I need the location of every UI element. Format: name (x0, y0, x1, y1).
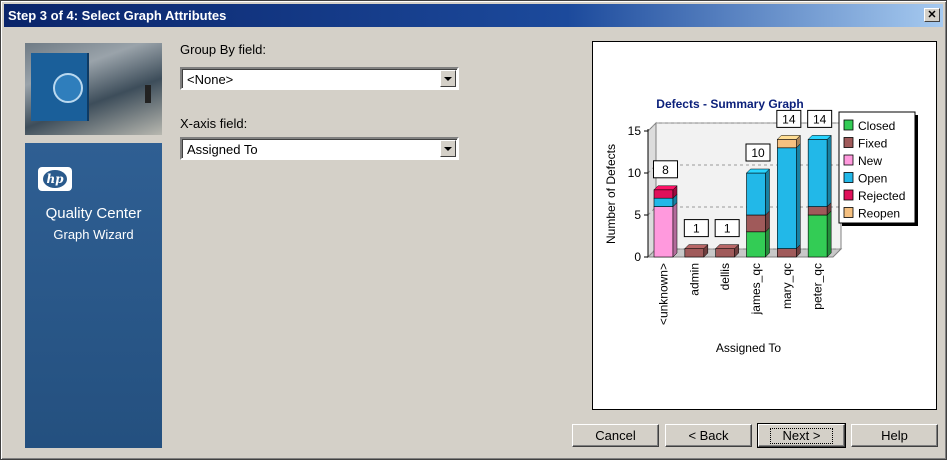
bar-segment (746, 214, 766, 233)
bar-segment (807, 206, 828, 216)
group-by-select[interactable]: <None> (180, 67, 459, 90)
group-by-value: <None> (187, 72, 234, 87)
bar-segment (653, 206, 674, 258)
legend-label: New (858, 154, 882, 168)
photo-panel (31, 53, 89, 121)
head-icon (53, 73, 83, 103)
graph-preview: Defects - Summary Graph 0 5 10 15 Number of D… (592, 41, 937, 410)
bar-segment-side (826, 134, 832, 208)
bar-segment (715, 248, 735, 258)
help-button-label: Help (881, 427, 908, 443)
y-axis-label: Number of Defects (604, 144, 618, 244)
bar-segment (777, 248, 797, 258)
x-tick-label: dellis (718, 263, 732, 290)
bar-top (745, 168, 771, 174)
wizard-photo (25, 43, 162, 135)
data-label: 10 (751, 146, 765, 160)
cancel-button-label: Cancel (595, 427, 636, 443)
data-label: 14 (782, 112, 796, 126)
legend-swatch (843, 119, 854, 131)
x-tick-label: admin (687, 263, 701, 296)
bar-segment (653, 189, 674, 199)
data-label: 14 (813, 112, 827, 126)
cancel-button[interactable]: Cancel (572, 424, 659, 447)
bar-segment (807, 139, 828, 207)
legend-label: Open (858, 172, 887, 186)
bar-segment-side (826, 210, 832, 258)
legend-swatch (843, 172, 854, 183)
data-label: 8 (662, 163, 669, 177)
bar-segment (746, 172, 766, 216)
x-tick-label: peter_qc (811, 263, 825, 310)
close-icon[interactable]: ✕ (924, 8, 940, 22)
bar-top (715, 244, 740, 249)
bar-top (653, 185, 678, 191)
group-by-label: Group By field: (180, 42, 266, 57)
x-axis-label: Assigned To (716, 341, 781, 355)
hp-logo: hp (38, 167, 72, 191)
back-button-label: < Back (688, 427, 729, 443)
y-tick-label: 10 (628, 166, 642, 180)
legend-label: Fixed (858, 137, 887, 151)
y-tick-label: 15 (628, 124, 642, 138)
x-tick-label: james_qc (749, 263, 763, 315)
bar-segment (684, 248, 705, 258)
legend-swatch (843, 137, 854, 148)
data-label: 1 (724, 222, 731, 236)
legend-swatch (843, 189, 854, 201)
x-tick-label: mary_qc (780, 263, 794, 309)
title-bar: Step 3 of 4: Select Graph Attributes ✕ (4, 4, 943, 27)
product-subtitle: Graph Wizard (53, 227, 134, 242)
back-button[interactable]: < Back (665, 424, 752, 447)
product-banner: hp Quality Center Graph Wizard (25, 143, 162, 448)
person-silhouette (145, 85, 151, 103)
bar-segment (807, 214, 828, 258)
chevron-down-icon[interactable] (440, 140, 456, 157)
x-axis-select[interactable]: Assigned To (180, 137, 459, 160)
y-tick-label: 0 (634, 250, 641, 264)
x-axis-value: Assigned To (187, 142, 258, 157)
x-tick-label: <unknown> (657, 263, 671, 325)
bar-top (684, 244, 709, 249)
legend-swatch (843, 154, 854, 166)
bar-segment-side (796, 143, 801, 250)
next-button[interactable]: Next > (757, 423, 846, 448)
bar-segment-side (765, 227, 770, 258)
bar-segment-side (672, 201, 678, 258)
bar-segment (777, 139, 797, 149)
hp-logo-mark: hp (43, 170, 67, 188)
chart-title: Defects - Summary Graph (656, 97, 803, 111)
next-button-label: Next > (769, 427, 834, 444)
chevron-down-icon[interactable] (440, 70, 456, 87)
data-label: 1 (693, 222, 700, 236)
bar-top (776, 135, 801, 140)
summary-graph: Defects - Summary Graph 0 5 10 15 Number of D… (604, 97, 918, 355)
help-button[interactable]: Help (851, 424, 938, 447)
legend-label: Rejected (858, 189, 905, 203)
bar-top (807, 135, 832, 140)
wizard-window: Step 3 of 4: Select Graph Attributes ✕ h… (0, 0, 947, 460)
bar-segment (777, 147, 797, 249)
x-axis-label: X-axis field: (180, 116, 248, 131)
legend-label: Closed (858, 119, 895, 133)
bar-segment-side (765, 168, 770, 216)
window-title: Step 3 of 4: Select Graph Attributes (8, 8, 227, 23)
legend-label: Reopen (858, 207, 900, 221)
bar-segment (746, 231, 766, 258)
product-name: Quality Center (45, 205, 142, 222)
legend-swatch (843, 207, 854, 218)
y-tick-label: 5 (634, 208, 641, 222)
bar-segment (653, 197, 674, 207)
